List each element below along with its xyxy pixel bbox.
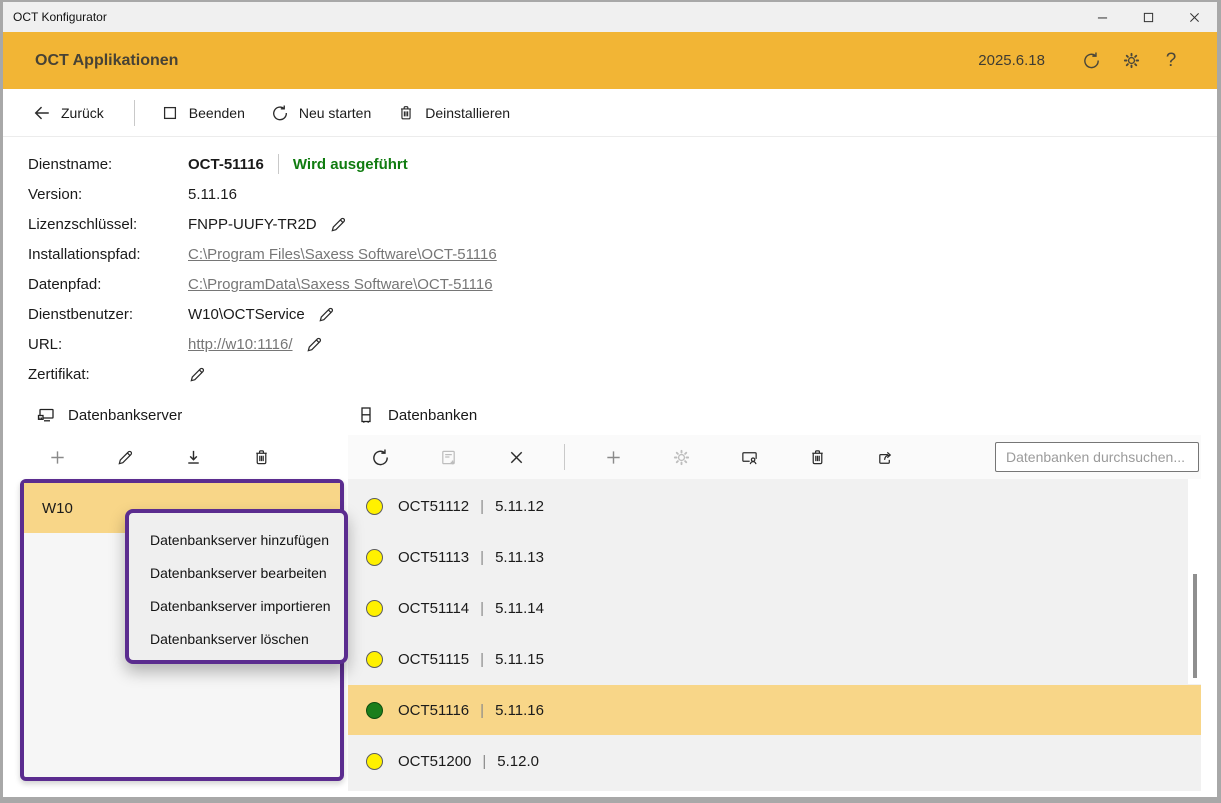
install-path-link[interactable]: C:\Program Files\Saxess Software\OCT-511…: [188, 246, 497, 263]
header-date: 2025.6.18: [978, 52, 1045, 69]
service-name-value: OCT-51116: [188, 156, 264, 173]
menu-item-add-server[interactable]: Datenbankserver hinzufügen: [129, 523, 344, 556]
detail-row-license: Lizenzschlüssel: FNPP-UUFY-TR2D: [28, 209, 1217, 239]
databases-panel-header: Datenbanken: [356, 405, 477, 425]
pencil-icon: [116, 448, 135, 467]
stop-square-icon: [161, 104, 179, 122]
add-database-button[interactable]: [593, 440, 633, 474]
download-icon: [184, 448, 203, 467]
app-window: OCT Konfigurator OCT Applikationen 2025.…: [0, 0, 1221, 803]
database-row[interactable]: OCT51114 | 5.11.14: [348, 583, 1201, 633]
databases-toolbar: [348, 435, 1201, 479]
detail-row-install-path: Installationspfad: C:\Program Files\Saxe…: [28, 239, 1217, 269]
toolbar-divider: [134, 100, 135, 126]
status-dot-yellow: [366, 753, 383, 770]
status-dot-yellow: [366, 600, 383, 617]
service-details: Dienstname: OCT-51116 Wird ausgeführt Ve…: [3, 137, 1217, 395]
cancel-button[interactable]: [496, 440, 536, 474]
database-row[interactable]: OCT51112 | 5.11.12: [348, 481, 1201, 531]
delete-server-button[interactable]: [241, 440, 281, 474]
refresh-icon: [371, 448, 390, 467]
edit-certificate-pencil-icon[interactable]: [188, 365, 207, 384]
database-row[interactable]: OCT51200 | 5.12.0: [348, 736, 1201, 786]
panels-section: Datenbankserver Datenbanken: [3, 395, 1217, 803]
trash-icon: [808, 448, 827, 467]
detail-row-version: Version: 5.11.16: [28, 179, 1217, 209]
page-title: OCT Applikationen: [35, 52, 978, 70]
help-icon[interactable]: ?: [1151, 41, 1191, 81]
detail-row-service-name: Dienstname: OCT-51116 Wird ausgeführt: [28, 149, 1217, 179]
service-url-link[interactable]: http://w10:1116/: [188, 336, 293, 353]
data-path-link[interactable]: C:\ProgramData\Saxess Software\OCT-51116: [188, 276, 493, 293]
databases-list: OCT51112 | 5.11.12 OCT51113 | 5.11.13 OC…: [348, 479, 1201, 791]
uninstall-button[interactable]: Deinstallieren: [397, 104, 510, 122]
servers-panel-header: Datenbankserver: [36, 405, 182, 425]
detail-row-service-user: Dienstbenutzer: W10\OCTService: [28, 299, 1217, 329]
service-user-value: W10\OCTService: [188, 306, 305, 323]
server-context-menu: Datenbankserver hinzufügen Datenbankserv…: [125, 509, 348, 664]
maximize-button[interactable]: [1125, 2, 1171, 32]
title-bar: OCT Konfigurator: [3, 2, 1217, 32]
server-icon: [36, 405, 56, 425]
scrollbar-thumb[interactable]: [1193, 574, 1197, 678]
status-dot-yellow: [366, 498, 383, 515]
back-button[interactable]: Zurück: [33, 104, 104, 122]
add-server-button[interactable]: [37, 440, 77, 474]
search-databases-input[interactable]: [995, 442, 1199, 472]
database-icon: [356, 405, 376, 425]
x-icon: [507, 448, 526, 467]
gear-icon: [672, 448, 691, 467]
edit-service-user-pencil-icon[interactable]: [317, 305, 336, 324]
settings-gear-icon[interactable]: [1111, 41, 1151, 81]
trash-icon: [397, 104, 415, 122]
detail-row-url: URL: http://w10:1116/: [28, 329, 1217, 359]
share-icon: [876, 448, 895, 467]
status-dot-yellow: [366, 549, 383, 566]
document-plus-icon: [439, 448, 458, 467]
share-export-button[interactable]: [865, 440, 905, 474]
edit-url-pencil-icon[interactable]: [305, 335, 324, 354]
import-server-button[interactable]: [173, 440, 213, 474]
toolbar-divider: [564, 444, 565, 470]
trash-icon: [252, 448, 271, 467]
delete-database-button[interactable]: [797, 440, 837, 474]
service-status-badge: Wird ausgeführt: [293, 156, 408, 173]
status-dot-green: [366, 702, 383, 719]
detail-row-data-path: Datenpfad: C:\ProgramData\Saxess Softwar…: [28, 269, 1217, 299]
window-title: OCT Konfigurator: [3, 10, 1079, 24]
detail-row-certificate: Zertifikat:: [28, 359, 1217, 389]
scrollbar-track[interactable]: [1188, 479, 1201, 684]
script-add-button[interactable]: [428, 440, 468, 474]
restart-icon: [271, 104, 289, 122]
refresh-icon[interactable]: [1071, 41, 1111, 81]
version-value: 5.11.16: [188, 186, 237, 203]
app-header: OCT Applikationen 2025.6.18 ?: [3, 32, 1217, 89]
edit-license-pencil-icon[interactable]: [329, 215, 348, 234]
action-toolbar: Zurück Beenden Neu starten Deinstalliere…: [3, 89, 1217, 137]
menu-item-delete-server[interactable]: Datenbankserver löschen: [129, 622, 344, 655]
menu-item-edit-server[interactable]: Datenbankserver bearbeiten: [129, 556, 344, 589]
database-row[interactable]: OCT51115 | 5.11.15: [348, 634, 1201, 684]
servers-toolbar: [21, 435, 344, 479]
refresh-databases-button[interactable]: [360, 440, 400, 474]
database-row[interactable]: OCT51113 | 5.11.13: [348, 532, 1201, 582]
minimize-button[interactable]: [1079, 2, 1125, 32]
database-row-selected[interactable]: OCT51116 | 5.11.16: [348, 685, 1201, 735]
license-value: FNPP-UUFY-TR2D: [188, 216, 317, 233]
plus-icon: [604, 448, 623, 467]
edit-server-button[interactable]: [105, 440, 145, 474]
status-dot-yellow: [366, 651, 383, 668]
close-button[interactable]: [1171, 2, 1217, 32]
menu-item-import-server[interactable]: Datenbankserver importieren: [129, 589, 344, 622]
restart-service-button[interactable]: Neu starten: [271, 104, 371, 122]
stop-service-button[interactable]: Beenden: [161, 104, 245, 122]
back-arrow-icon: [33, 104, 51, 122]
plus-icon: [48, 448, 67, 467]
database-settings-button[interactable]: [661, 440, 701, 474]
user-permissions-button[interactable]: [729, 440, 769, 474]
user-box-icon: [740, 448, 759, 467]
